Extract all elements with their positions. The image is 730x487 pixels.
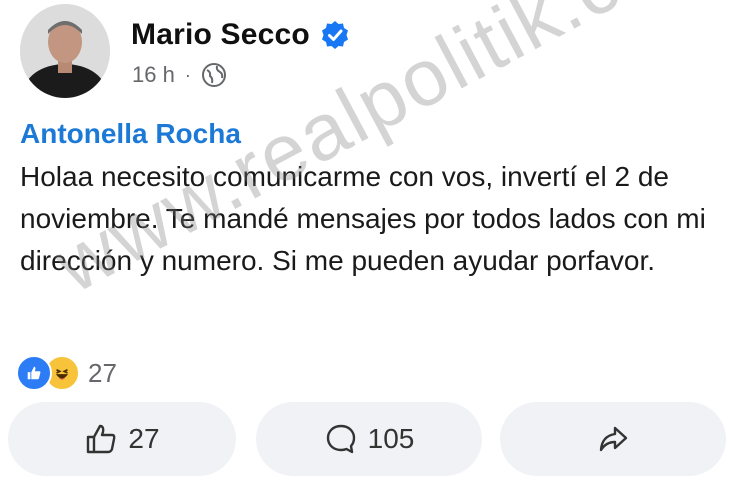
- like-count: 27: [128, 423, 160, 454]
- thumbs-up-icon: [87, 424, 116, 454]
- comment-count: 105: [367, 423, 415, 454]
- globe-icon: [201, 62, 227, 88]
- like-icon: [16, 355, 52, 391]
- meta-separator: ·: [184, 64, 191, 85]
- share-button[interactable]: [500, 402, 726, 476]
- reaction-summary[interactable]: 27: [16, 355, 117, 391]
- post-time[interactable]: 16 h: [132, 62, 175, 88]
- post-body: Antonella Rocha Holaa necesito comunicar…: [20, 118, 720, 282]
- share-arrow-icon: [599, 426, 628, 452]
- comment-bubble-icon: [326, 424, 355, 454]
- comment-button[interactable]: 105: [256, 402, 482, 476]
- like-button[interactable]: 27: [8, 402, 236, 476]
- author-avatar[interactable]: [20, 4, 110, 98]
- comment-text: Holaa necesito comunicarme con vos, inve…: [20, 161, 706, 276]
- comment-author[interactable]: Antonella Rocha: [20, 118, 720, 150]
- reaction-count: 27: [88, 357, 117, 388]
- author-name[interactable]: Mario Secco: [131, 18, 310, 52]
- verified-badge-icon: [320, 20, 350, 50]
